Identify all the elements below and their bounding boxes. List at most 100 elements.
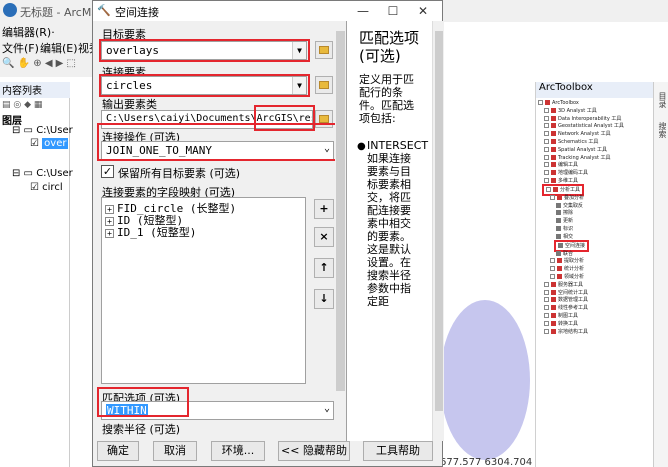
toolbox-item[interactable]: 空间统计工具 bbox=[544, 289, 589, 296]
toolbox-item[interactable]: 相交 bbox=[556, 233, 573, 240]
toolbox-item[interactable]: Network Analyst 工具 bbox=[544, 131, 611, 137]
list-item[interactable]: + ID_1 (短整型) bbox=[105, 224, 196, 240]
expand-icon[interactable] bbox=[550, 266, 555, 272]
expand-icon[interactable] bbox=[544, 115, 549, 121]
expand-icon[interactable] bbox=[546, 186, 551, 192]
cancel-button[interactable]: 取消 bbox=[153, 441, 197, 461]
arcmap-logo-icon bbox=[3, 3, 17, 17]
toolbox-item[interactable]: 服务器工具 bbox=[544, 281, 583, 288]
expand-icon[interactable] bbox=[544, 313, 549, 318]
toolbox-item[interactable]: 叠加分析 bbox=[550, 194, 584, 201]
minimize-button[interactable]: — bbox=[355, 3, 371, 19]
keep-all-checkbox[interactable]: ✓ bbox=[101, 165, 114, 178]
toolbox-item[interactable]: 空间连接 bbox=[553, 239, 590, 252]
close-button[interactable]: ✕ bbox=[415, 3, 431, 19]
toolbox-item[interactable]: 交集取反 bbox=[556, 202, 583, 209]
toolbox-icon bbox=[551, 139, 556, 144]
tool-icons-strip[interactable]: 🔍 ✋ ⊕ ◀ ▶ ⬚ bbox=[2, 58, 90, 72]
help-scrollbar[interactable] bbox=[432, 21, 444, 441]
toc-group-1-label: C:\User bbox=[36, 125, 73, 136]
hide-help-button[interactable]: << 隐藏帮助 bbox=[278, 441, 350, 461]
toc-toolbar[interactable]: ▤ ◎ ◆ ▦ bbox=[2, 100, 42, 110]
toolbox-item[interactable]: 编辑工具 bbox=[544, 162, 578, 168]
form-scroll-thumb[interactable] bbox=[336, 31, 345, 391]
coordinate-readout: 677.577 6304.704 米 bbox=[440, 457, 546, 467]
edit-menu[interactable]: 编辑(E) bbox=[40, 40, 78, 56]
remove-field-button[interactable]: × bbox=[314, 227, 334, 247]
expand-icon[interactable] bbox=[550, 258, 555, 264]
expand-icon[interactable] bbox=[544, 289, 549, 295]
expand-icon[interactable] bbox=[544, 305, 549, 311]
toolbox-item[interactable]: 联合 bbox=[556, 250, 573, 257]
tool-help-button[interactable]: 工具帮助 bbox=[363, 441, 433, 461]
expand-icon[interactable] bbox=[544, 328, 549, 334]
toolbox-item[interactable]: 线性参考工具 bbox=[544, 305, 588, 311]
editor-menu[interactable]: 编辑器(R)· bbox=[2, 24, 55, 40]
chevron-down-icon[interactable]: ⌄ bbox=[324, 403, 330, 414]
toolbox-item[interactable]: 制图工具 bbox=[544, 313, 578, 319]
expand-icon[interactable] bbox=[544, 146, 549, 152]
expand-icon[interactable]: + bbox=[105, 228, 114, 238]
expand-icon[interactable] bbox=[544, 162, 549, 168]
toolbox-item[interactable]: 标识 bbox=[556, 226, 573, 232]
toolbox-item[interactable]: 宗地结构工具 bbox=[544, 328, 588, 335]
move-down-button[interactable]: ↓ bbox=[314, 289, 334, 309]
file-menu[interactable]: 文件(F) bbox=[2, 40, 39, 56]
toolbox-item[interactable]: ArcToolbox bbox=[538, 100, 579, 106]
expand-icon[interactable] bbox=[544, 281, 549, 287]
help-panel: 匹配选项 (可选) 定义用于匹配行的条件。匹配选项包括: ● INTERSECT… bbox=[346, 21, 444, 441]
hammer-icon bbox=[556, 210, 561, 216]
toolbox-item[interactable]: 擦除 bbox=[556, 210, 573, 216]
toc-layer-overlays[interactable]: ☑ over bbox=[30, 138, 69, 149]
toolbox-item[interactable]: Tracking Analyst 工具 bbox=[544, 154, 611, 161]
toolbox-icon bbox=[551, 297, 556, 303]
expand-icon[interactable] bbox=[550, 274, 555, 279]
move-up-button[interactable]: ↑ bbox=[314, 258, 334, 278]
toc-layer-circles[interactable]: ☑ circl bbox=[30, 182, 63, 193]
toolbox-item[interactable]: Spatial Analyst 工具 bbox=[544, 146, 607, 153]
expand-icon[interactable] bbox=[544, 107, 549, 113]
ok-button[interactable]: 确定 bbox=[97, 441, 139, 461]
add-field-button[interactable]: + bbox=[314, 199, 334, 219]
toolbox-item[interactable]: 转换工具 bbox=[544, 320, 578, 327]
field-map-list[interactable]: + FID_circle (长整型) + ID (短整型) + ID_1 (短整型) bbox=[101, 197, 306, 384]
expand-icon[interactable] bbox=[544, 320, 549, 326]
toolbox-item-label: 空间统计工具 bbox=[558, 289, 589, 296]
toolbox-item[interactable]: 提取分析 bbox=[550, 258, 584, 264]
expand-icon[interactable] bbox=[544, 170, 549, 176]
expand-icon[interactable] bbox=[544, 178, 549, 183]
toolbox-item[interactable]: 地理编码工具 bbox=[544, 170, 588, 176]
maximize-button[interactable]: ☐ bbox=[385, 3, 401, 19]
catalog-tab[interactable]: 目录 bbox=[657, 92, 668, 108]
toolbox-item[interactable]: 领域分析 bbox=[550, 274, 584, 280]
toolbox-item[interactable]: 3D Analyst 工具 bbox=[544, 107, 597, 114]
toolbox-icon bbox=[551, 320, 556, 326]
expand-icon[interactable] bbox=[544, 154, 549, 160]
expand-icon[interactable] bbox=[544, 139, 549, 144]
browse-join-button[interactable] bbox=[315, 76, 333, 94]
browse-target-button[interactable] bbox=[315, 41, 333, 59]
toc-group-1[interactable]: ⊟ ▭ C:\User bbox=[12, 125, 73, 136]
environments-button[interactable]: 环境... bbox=[211, 441, 265, 461]
toolbox-item[interactable]: Schematics 工具 bbox=[544, 139, 598, 145]
form-scrollbar[interactable] bbox=[335, 21, 346, 441]
toolbox-item[interactable]: 数据管理工具 bbox=[544, 297, 588, 303]
expand-icon[interactable] bbox=[544, 131, 549, 137]
expand-icon[interactable] bbox=[544, 123, 549, 129]
arctoolbox-title: ArcToolbox bbox=[536, 82, 654, 98]
search-tab[interactable]: 搜索 bbox=[657, 122, 668, 138]
toolbox-icon bbox=[551, 131, 556, 137]
toolbox-item[interactable]: Geostatistical Analyst 工具 bbox=[544, 123, 624, 129]
expand-icon[interactable] bbox=[538, 100, 543, 105]
toolbox-item[interactable]: 统计分析 bbox=[550, 266, 584, 272]
help-scroll-thumb[interactable] bbox=[435, 31, 443, 411]
expand-icon[interactable] bbox=[550, 194, 555, 200]
toolbox-item[interactable]: Data Interoperability 工具 bbox=[544, 115, 621, 122]
expand-icon[interactable] bbox=[544, 297, 549, 303]
toolbox-item[interactable]: 多维工具 bbox=[544, 178, 578, 184]
toolbox-item[interactable]: 分析工具 bbox=[541, 183, 585, 196]
toolbox-icon bbox=[551, 178, 556, 183]
toolbox-item[interactable]: 更新 bbox=[556, 218, 573, 224]
bullet-icon: ● bbox=[357, 141, 366, 152]
toc-group-2[interactable]: ⊟ ▭ C:\User bbox=[12, 168, 73, 179]
